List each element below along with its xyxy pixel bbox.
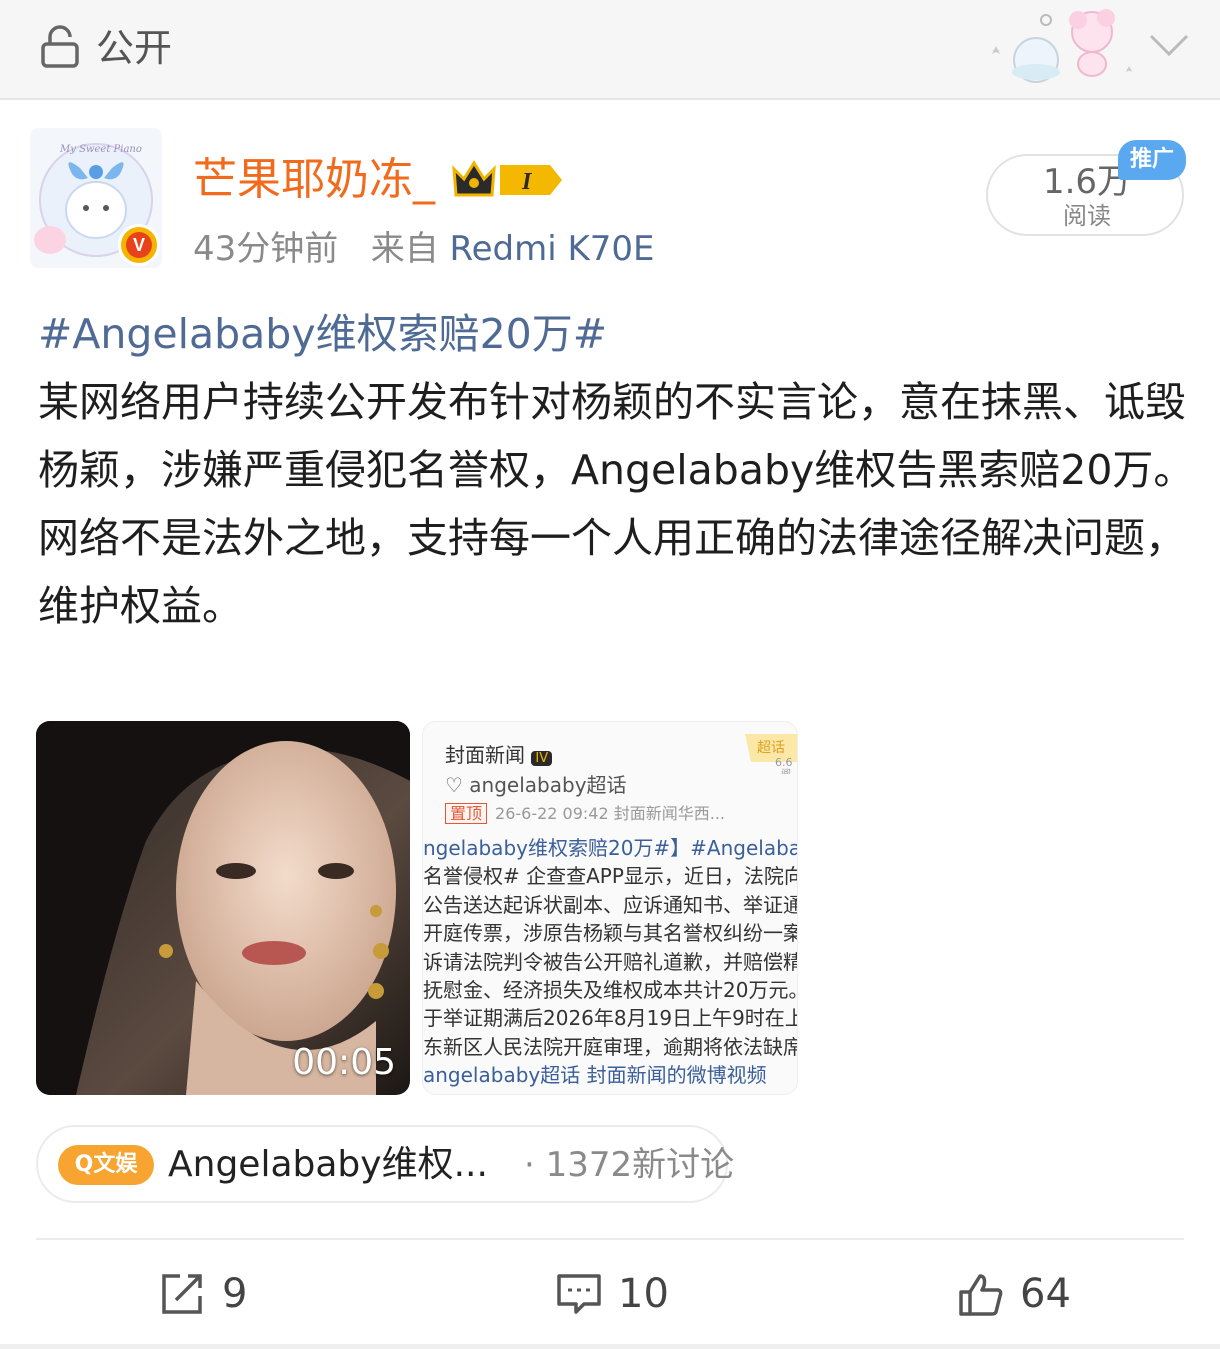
- video-thumbnail[interactable]: 00:05: [36, 721, 410, 1095]
- visibility-bar: 公开: [0, 0, 1220, 100]
- repost-count: 9: [222, 1271, 248, 1317]
- post-meta: 43分钟前 来自 Redmi K70E: [193, 226, 655, 272]
- screenshot-line: ngelababy维权索赔20万#】#Angelababy: [423, 836, 797, 860]
- topic-discussion-count: · 1372新讨论: [524, 1145, 735, 1185]
- screenshot-level: IV: [531, 751, 553, 766]
- chevron-down-icon[interactable]: [1148, 30, 1190, 60]
- post-paragraph-1: 某网络用户持续公开发布针对杨颖的不实言论，意在抹黑、诋毁杨颖，涉嫌严重侵犯名誉权…: [38, 378, 1195, 494]
- repost-button[interactable]: 9: [160, 1268, 300, 1322]
- screenshot-line: 开庭传票，涉原告杨颖与其名誉权纠纷一案: [423, 921, 797, 946]
- verified-badge: V: [118, 224, 160, 266]
- thumbs-up-icon: [959, 1274, 1003, 1316]
- avatar-text: My Sweet Piano: [59, 144, 142, 155]
- bottom-divider: [0, 1344, 1220, 1349]
- promo-badge[interactable]: 推广: [1118, 140, 1186, 180]
- screenshot-line: 名誉侵权# 企查查APP显示，近日，法院向: [423, 864, 797, 889]
- video-frame-image: [36, 721, 410, 1095]
- screenshot-text-lines: ngelababy维权索赔20万#】#Angelababy 名誉侵权# 企查查AP…: [423, 834, 797, 1090]
- post-paragraph-2: 网络不是法外之地，支持每一个人用正确的法律途径解决问题，维护权益。: [38, 514, 1186, 630]
- video-duration: 00:05: [292, 1042, 396, 1083]
- search-icon: Q: [74, 1152, 94, 1177]
- screenshot-line: 诉请法院判令被告公开赔礼道歉，并赔偿精: [423, 949, 797, 974]
- device-name[interactable]: Redmi K70E: [450, 229, 655, 269]
- ribbon-count: 6.6: [775, 756, 793, 769]
- comment-icon: [557, 1274, 601, 1314]
- screenshot-line: 于举证期满后2026年8月19日上午9时在上: [423, 1006, 797, 1031]
- screenshot-line: angelababy超话 封面新闻的微博视频: [423, 1063, 767, 1088]
- ribbon-text: 超话: [757, 740, 785, 756]
- author-name[interactable]: 芒果耶奶冻_: [193, 152, 435, 208]
- post-body: #Angelababy维权索赔20万# 某网络用户持续公开发布针对杨颖的不实言论…: [38, 300, 1198, 640]
- like-button[interactable]: 64: [958, 1268, 1098, 1322]
- screenshot-line: 东新区人民法院开庭审理，逾期将依法缺席: [423, 1034, 797, 1059]
- comment-count: 10: [618, 1271, 669, 1317]
- screenshot-meta: 置顶 26-6-22 09:42 封面新闻华西...: [445, 802, 725, 826]
- topic-name: Angelababy维权...: [168, 1144, 488, 1185]
- level-badge-text: I: [521, 169, 533, 195]
- screenshot-line: 公告送达起诉状副本、应诉通知书、举证通: [423, 892, 797, 917]
- post-time: 43分钟前: [193, 229, 339, 269]
- like-count: 64: [1020, 1271, 1071, 1317]
- share-icon: [162, 1274, 202, 1314]
- screenshot-line: 抚慰金、经济损失及维权成本共计20万元。: [423, 978, 797, 1003]
- comment-button[interactable]: 10: [556, 1268, 696, 1322]
- reads-label: 阅读: [1063, 202, 1111, 230]
- topic-category-chip: Q文娱: [58, 1145, 154, 1185]
- ribbon-sub: 阅: [781, 767, 791, 774]
- topic-pill[interactable]: Q文娱 Angelababy维权... · 1372新讨论: [36, 1125, 734, 1203]
- hashtag-link[interactable]: #Angelababy维权索赔20万#: [38, 300, 1198, 368]
- visibility-label: 公开: [96, 26, 173, 70]
- source-prefix: 来自: [370, 229, 439, 269]
- super-topic-ribbon: 超话 6.6 阅: [745, 734, 797, 774]
- pinned-label: 置顶: [445, 803, 488, 824]
- news-screenshot-image[interactable]: 封面新闻 IV ♡ angelababy超话 置顶 26-6-22 09:42 封…: [422, 721, 798, 1095]
- screenshot-super-topic: ♡ angelababy超话: [445, 773, 627, 797]
- decoration-sticker-icon: [992, 9, 1132, 83]
- screenshot-source: 封面新闻 IV: [445, 742, 553, 772]
- member-crown-icon[interactable]: I: [450, 157, 568, 203]
- divider: [36, 1238, 1184, 1240]
- lock-icon: [41, 25, 79, 68]
